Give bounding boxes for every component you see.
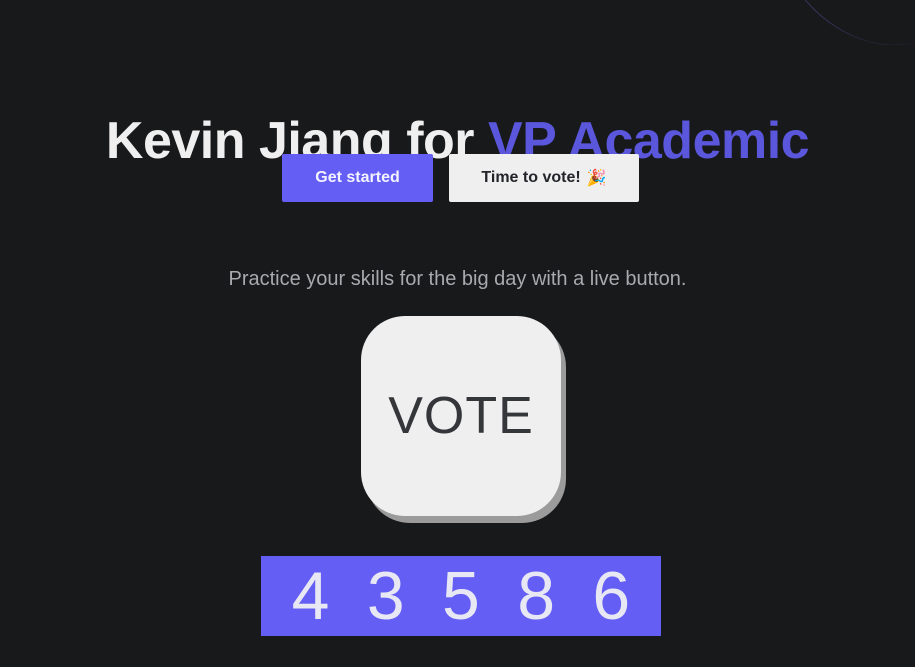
party-popper-icon: 🎉: [586, 170, 607, 187]
time-to-vote-label: Time to vote!: [481, 169, 581, 186]
get-started-button[interactable]: Get started: [282, 154, 433, 202]
counter-digit: 4: [291, 558, 330, 634]
vote-button-label: VOTE: [388, 387, 534, 445]
counter-digit: 5: [442, 558, 480, 634]
decorative-arc: [727, 0, 915, 83]
practice-subtitle: Practice your skills for the big day wit…: [228, 268, 687, 290]
counter-digit: 8: [517, 558, 556, 634]
counter-digit: 3: [366, 558, 405, 634]
counter-digit: 6: [592, 558, 631, 634]
vote-button[interactable]: VOTE: [361, 316, 561, 516]
time-to-vote-button[interactable]: Time to vote! 🎉: [449, 154, 639, 202]
get-started-label: Get started: [315, 169, 400, 186]
vote-counter: 4 3 5 8 6: [261, 556, 661, 636]
